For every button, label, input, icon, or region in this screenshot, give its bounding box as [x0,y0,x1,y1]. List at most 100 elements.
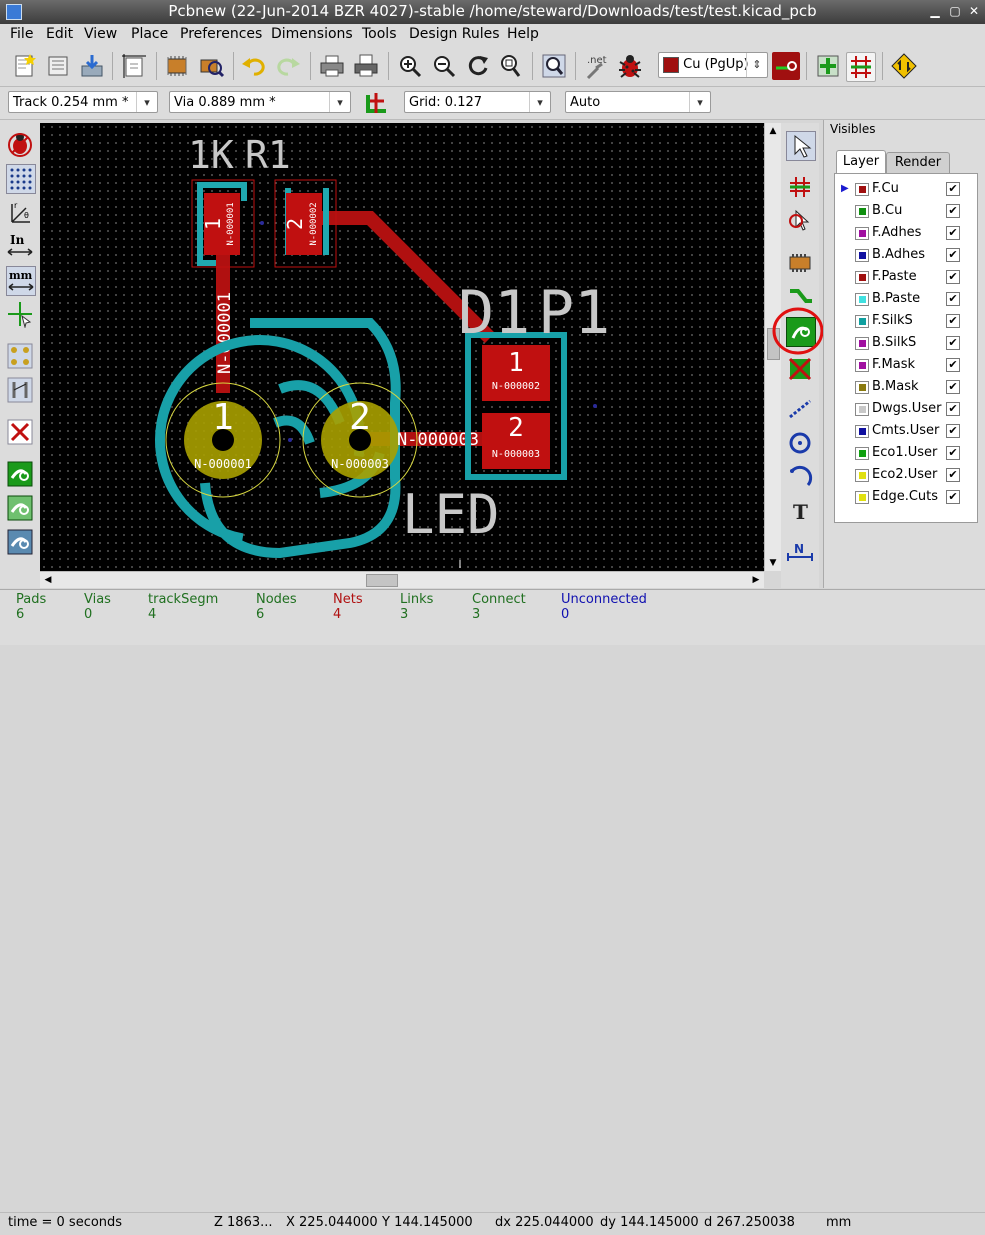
zoom-out-icon[interactable] [430,52,458,80]
layer-name[interactable]: F.Adhes [872,225,921,240]
layer-color-swatch[interactable] [855,447,869,460]
layer-row[interactable]: Eco1.User ✔ [835,442,977,464]
layer-name[interactable]: B.Paste [872,291,920,306]
track-width-select[interactable]: Track 0.254 mm * ▾ [8,91,158,113]
microwave-tools-icon[interactable] [890,52,918,80]
layer-visibility-checkbox[interactable]: ✔ [946,248,960,262]
highlight-net-icon[interactable] [786,173,814,201]
local-ratsnest-icon[interactable] [786,207,814,235]
scroll-down-icon[interactable]: ▼ [765,555,781,571]
select-tool-icon[interactable] [786,131,816,161]
menu-edit[interactable]: Edit [46,26,73,42]
layer-name[interactable]: B.Mask [872,379,919,394]
layer-color-swatch[interactable] [855,337,869,350]
layer-row[interactable]: B.Adhes ✔ [835,244,977,266]
redraw-icon[interactable] [464,52,492,80]
layer-visibility-checkbox[interactable]: ✔ [946,402,960,416]
layer-color-swatch[interactable] [855,359,869,372]
menu-preferences[interactable]: Preferences [180,26,262,42]
auto-track-width-icon[interactable] [362,89,390,117]
grid-select[interactable]: Grid: 0.127 ▾ [404,91,551,113]
tab-render[interactable]: Render [886,152,950,173]
add-arc-icon[interactable] [786,463,814,491]
layer-row[interactable]: Edge.Cuts ✔ [835,486,977,508]
zoom-fit-icon[interactable] [497,52,525,80]
find-icon[interactable] [540,52,568,80]
module-editor-icon[interactable] [163,52,191,80]
close-icon[interactable]: ✕ [967,4,981,18]
layer-visibility-checkbox[interactable]: ✔ [946,446,960,460]
layer-name[interactable]: Edge.Cuts [872,489,938,504]
add-circle-icon[interactable] [786,429,814,457]
layer-name[interactable]: B.Cu [872,203,902,218]
save-board-icon[interactable] [78,52,106,80]
layer-color-swatch[interactable] [855,249,869,262]
auto-delete-track-icon[interactable] [6,418,34,446]
layer-visibility-checkbox[interactable]: ✔ [946,490,960,504]
units-inch-icon[interactable]: In [6,232,34,260]
drc-icon[interactable] [616,52,644,80]
auto-place-icon[interactable] [814,52,842,80]
layer-color-swatch[interactable] [855,227,869,240]
layer-visibility-checkbox[interactable]: ✔ [946,182,960,196]
zoom-select[interactable]: Auto ▾ [565,91,711,113]
grid-toggle-icon[interactable] [6,164,36,194]
layer-row[interactable]: Eco2.User ✔ [835,464,977,486]
layer-row[interactable]: ▶ F.Cu ✔ [835,178,977,200]
layer-visibility-checkbox[interactable]: ✔ [946,424,960,438]
layer-color-swatch[interactable] [855,293,869,306]
layer-visibility-checkbox[interactable]: ✔ [946,292,960,306]
layer-visibility-checkbox[interactable]: ✔ [946,380,960,394]
add-dimension-icon[interactable]: N [786,537,814,565]
horizontal-scrollbar[interactable]: ◀ ▶ [40,571,764,588]
tab-layer[interactable]: Layer [836,150,886,173]
menu-tools[interactable]: Tools [362,26,397,42]
add-text-icon[interactable]: T [786,497,814,525]
layer-visibility-checkbox[interactable]: ✔ [946,226,960,240]
zone-sketch-icon[interactable] [6,528,34,556]
module-ratsnest-icon[interactable] [6,376,34,404]
layer-row[interactable]: F.Mask ✔ [835,354,977,376]
layer-visibility-checkbox[interactable]: ✔ [946,358,960,372]
menu-dimensions[interactable]: Dimensions [271,26,353,42]
layer-name[interactable]: F.Paste [872,269,917,284]
layer-name[interactable]: F.Cu [872,181,899,196]
layer-select[interactable]: Cu (PgUp) ⇕ [658,52,768,78]
layer-row[interactable]: Cmts.User ✔ [835,420,977,442]
layer-color-swatch[interactable] [855,183,869,196]
cursor-shape-icon[interactable] [6,300,34,329]
layer-row[interactable]: B.Mask ✔ [835,376,977,398]
open-board-icon[interactable] [44,52,72,80]
layer-name[interactable]: F.Mask [872,357,915,372]
minimize-icon[interactable]: ▁ [928,4,942,18]
layer-color-swatch[interactable] [855,469,869,482]
layer-row[interactable]: B.Paste ✔ [835,288,977,310]
layer-visibility-checkbox[interactable]: ✔ [946,468,960,482]
add-module-icon[interactable] [786,249,814,277]
polar-coords-icon[interactable]: rθ [6,198,34,226]
maximize-icon[interactable]: ▢ [948,4,962,18]
menu-design-rules[interactable]: Design Rules [409,26,500,42]
layer-row[interactable]: F.SilkS ✔ [835,310,977,332]
layer-color-swatch[interactable] [855,491,869,504]
layer-row[interactable]: F.Paste ✔ [835,266,977,288]
module-viewer-icon[interactable] [197,52,225,80]
zoom-in-icon[interactable] [396,52,424,80]
redo-icon[interactable] [274,52,302,80]
menu-view[interactable]: View [84,26,117,42]
layer-visibility-checkbox[interactable]: ✔ [946,336,960,350]
scroll-up-icon[interactable]: ▲ [765,123,781,139]
layer-pair-icon[interactable] [772,52,800,80]
zone-fill-icon[interactable] [6,460,34,488]
layer-name[interactable]: Cmts.User [872,423,939,438]
layer-name[interactable]: B.SilkS [872,335,916,350]
drc-off-icon[interactable] [6,130,34,158]
layer-color-swatch[interactable] [855,315,869,328]
new-board-icon[interactable] [10,52,38,80]
via-size-select[interactable]: Via 0.889 mm * ▾ [169,91,351,113]
layer-row[interactable]: Dwgs.User ✔ [835,398,977,420]
layer-name[interactable]: F.SilkS [872,313,913,328]
layer-row[interactable]: B.SilkS ✔ [835,332,977,354]
units-mm-icon[interactable]: mm [6,266,36,296]
print-icon[interactable] [318,52,346,80]
